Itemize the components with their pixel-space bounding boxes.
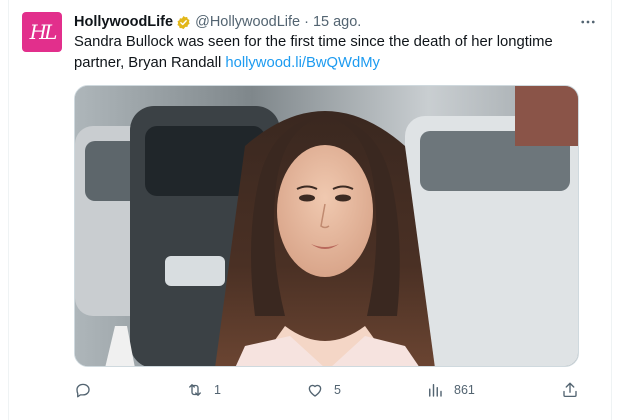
frame-right-border: [611, 0, 612, 420]
views-icon: [429, 384, 442, 397]
handle[interactable]: @HollywoodLife: [195, 14, 300, 30]
verified-badge-icon: [177, 15, 190, 29]
tweet-card[interactable]: HL HollywoodLife @HollywoodLife · 15 ago…: [9, 0, 611, 420]
tweet-actions: 1 5 861: [74, 378, 579, 402]
more-icon: [581, 20, 595, 24]
share-icon: [563, 382, 577, 398]
display-name[interactable]: HollywoodLife: [74, 14, 173, 30]
tweet-media[interactable]: [74, 85, 579, 367]
tweet-text: Sandra Bullock was seen for the first ti…: [74, 32, 594, 74]
separator-dot: ·: [304, 14, 309, 30]
share-button[interactable]: [561, 378, 579, 402]
like-button[interactable]: 5: [306, 378, 341, 402]
retweet-count: 1: [214, 383, 221, 397]
retweet-button[interactable]: 1: [186, 378, 221, 402]
retweet-icon: [189, 384, 201, 396]
timestamp[interactable]: 15 ago.: [313, 14, 361, 30]
reply-button[interactable]: [74, 378, 102, 402]
tweet-header: HollywoodLife @HollywoodLife · 15 ago.: [74, 12, 361, 32]
avatar[interactable]: HL: [22, 12, 62, 52]
tweet-link[interactable]: hollywood.li/BwQWdMy: [225, 55, 380, 71]
reply-icon: [76, 383, 90, 398]
like-count: 5: [334, 383, 341, 397]
like-icon: [308, 384, 322, 397]
views-button[interactable]: 861: [426, 378, 475, 402]
avatar-logo-text: HL: [29, 20, 58, 44]
photo-image: [75, 86, 578, 366]
more-button[interactable]: [578, 12, 598, 32]
views-count: 861: [454, 383, 475, 397]
